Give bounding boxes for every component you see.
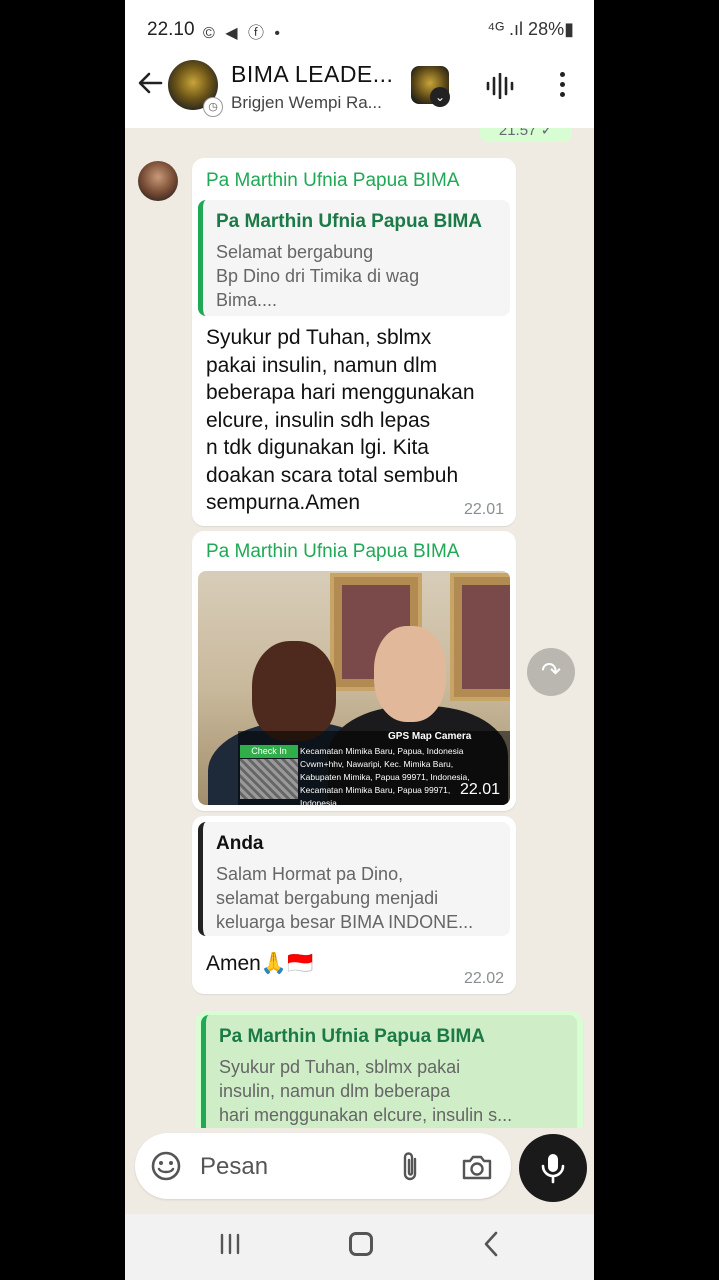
more-options-icon[interactable] bbox=[555, 72, 569, 100]
person-figure bbox=[252, 641, 336, 741]
quoted-text: Salam Hormat pa Dino, selamat bergabung … bbox=[216, 864, 474, 932]
message-time: 22.01 bbox=[463, 501, 504, 518]
message-bubble[interactable]: Anda Salam Hormat pa Dino, selamat berga… bbox=[192, 816, 516, 994]
gps-address: Kecamatan Mimika Baru, Papua, Indonesia … bbox=[300, 746, 470, 805]
microphone-button[interactable] bbox=[519, 1134, 587, 1202]
message-text: Syukur pd Tuhan, sblmx pakai insulin, na… bbox=[206, 326, 475, 514]
sender-name[interactable]: Pa Marthin Ufnia Papua BIMA bbox=[206, 170, 459, 192]
back-arrow-icon[interactable] bbox=[135, 68, 165, 98]
status-time: 22.10 bbox=[147, 19, 195, 40]
photo-attachment[interactable]: GPS Map Camera Check In Kecamatan Mimika… bbox=[198, 571, 510, 805]
forward-icon[interactable]: ↷ bbox=[527, 648, 575, 696]
back-icon[interactable] bbox=[481, 1230, 501, 1258]
sender-avatar[interactable] bbox=[138, 161, 178, 201]
gps-title: GPS Map Camera bbox=[388, 731, 472, 742]
map-thumbnail bbox=[240, 759, 298, 799]
quoted-message[interactable]: Pa Marthin Ufnia Papua BIMA Selamat berg… bbox=[198, 200, 510, 316]
quoted-message[interactable]: Pa Marthin Ufnia Papua BIMA Syukur pd Tu… bbox=[201, 1015, 577, 1128]
quoted-message[interactable]: Anda Salam Hormat pa Dino, selamat berga… bbox=[198, 822, 510, 936]
message-list[interactable]: 21.57 ✓ Pa Marthin Ufnia Papua BIMA Pa M… bbox=[125, 128, 594, 1128]
quoted-sender: Pa Marthin Ufnia Papua BIMA bbox=[219, 1026, 486, 1047]
check-in-label: Check In bbox=[240, 745, 298, 758]
message-composer[interactable] bbox=[135, 1133, 511, 1199]
recent-apps-icon[interactable] bbox=[218, 1232, 242, 1256]
emoji-icon[interactable] bbox=[150, 1150, 182, 1182]
photo-time: 22.01 bbox=[459, 781, 500, 798]
chevron-down-icon: ⌄ bbox=[430, 87, 450, 107]
camera-icon[interactable] bbox=[461, 1153, 493, 1181]
photo-message-bubble[interactable]: Pa Marthin Ufnia Papua BIMA GPS Map Came… bbox=[192, 531, 516, 811]
outgoing-message-bubble[interactable]: Pa Marthin Ufnia Papua BIMA Syukur pd Tu… bbox=[195, 1011, 583, 1128]
chat-title[interactable]: BIMA LEADE... bbox=[231, 61, 401, 88]
sender-name[interactable]: Pa Marthin Ufnia Papua BIMA bbox=[206, 541, 459, 563]
chat-subtitle[interactable]: Brigjen Wempi Ra... bbox=[231, 93, 401, 113]
message-input[interactable] bbox=[198, 1151, 382, 1183]
home-icon[interactable] bbox=[349, 1232, 373, 1256]
message-time: 22.02 bbox=[463, 970, 504, 987]
quoted-text: Selamat bergabung Bp Dino dri Timika di … bbox=[216, 242, 420, 310]
system-nav-bar bbox=[125, 1214, 594, 1280]
previous-message-time: 21.57 ✓ bbox=[480, 128, 572, 142]
disappearing-timer-icon: ◷ bbox=[203, 97, 223, 117]
quoted-sender: Pa Marthin Ufnia Papua BIMA bbox=[216, 211, 483, 232]
input-bar bbox=[125, 1128, 594, 1214]
paperclip-icon[interactable] bbox=[399, 1150, 421, 1184]
message-text: Amen🙏🇮🇩 bbox=[206, 952, 314, 975]
battery-signal-status: ⁴ᴳ .ıl 28%▮ bbox=[487, 19, 574, 39]
voice-chat-icon[interactable] bbox=[485, 72, 515, 100]
person-figure bbox=[374, 626, 446, 722]
quoted-text: Syukur pd Tuhan, sblmx pakai insulin, na… bbox=[219, 1057, 513, 1125]
wall-painting bbox=[450, 573, 510, 701]
microphone-icon bbox=[541, 1154, 565, 1184]
chat-header: ◷ BIMA LEADE... Brigjen Wempi Ra... ⌄ bbox=[125, 40, 594, 128]
quoted-sender: Anda bbox=[216, 833, 264, 854]
message-bubble[interactable]: Pa Marthin Ufnia Papua BIMA Pa Marthin U… bbox=[192, 158, 516, 526]
phone-screen: 22.10 © ◀ ⓕ • ⁴ᴳ .ıl 28%▮ ◷ BIMA LEADE..… bbox=[125, 0, 594, 1280]
